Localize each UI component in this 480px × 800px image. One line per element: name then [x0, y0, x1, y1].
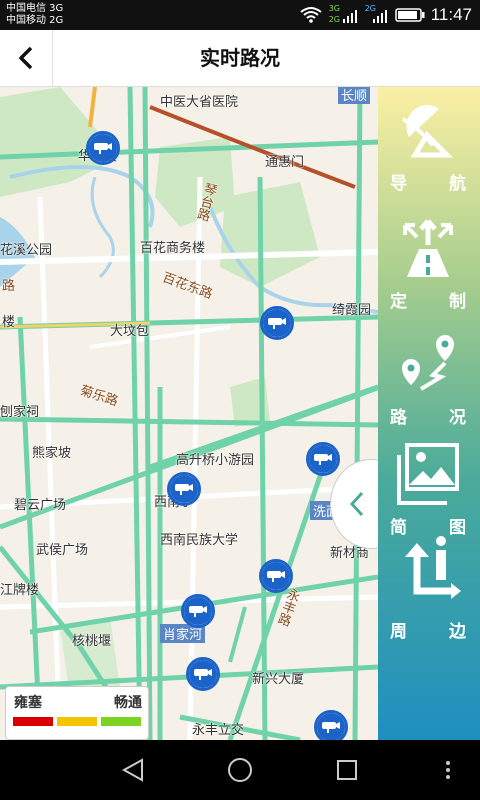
page-title: 实时路况 [200, 46, 280, 70]
camera-icon [175, 484, 193, 495]
map-label: 花溪公园 [0, 243, 53, 258]
side-item-custom[interactable]: 定制 [378, 207, 480, 323]
side-item-navigation[interactable]: 导航 [378, 89, 480, 205]
signal-2-group: 2G [365, 4, 389, 26]
recent-apps-button[interactable] [330, 754, 364, 786]
info-arrow-icon [405, 536, 461, 599]
home-nav-button[interactable] [223, 754, 257, 786]
traffic-camera-marker[interactable] [259, 559, 293, 593]
legend-congested-label: 雍塞 [14, 695, 42, 711]
traffic-camera-marker[interactable] [86, 131, 120, 165]
chevron-left-icon [19, 46, 33, 70]
traffic-legend: 雍塞 畅通 [5, 686, 149, 740]
legend-green-bar [101, 717, 141, 726]
camera-icon [268, 318, 286, 329]
traffic-camera-marker[interactable] [314, 710, 348, 740]
map-label: 高升桥小游园 [176, 453, 255, 468]
signal-icon-2 [372, 10, 387, 23]
status-icons: 3G 2G 2G 11:47 [299, 4, 472, 26]
side-label-char: 制 [449, 292, 468, 312]
chevron-left-icon [349, 491, 364, 517]
camera-icon [194, 669, 212, 680]
camera-icon [267, 571, 285, 582]
side-menu: 导航 定制 路况 简图 周 边 [378, 87, 480, 740]
map-label: 通惠门 [265, 155, 305, 170]
road-direction-icon [403, 219, 453, 277]
square-recents-icon [337, 760, 357, 780]
map-label: 江牌楼 [0, 583, 40, 598]
signal-1-group: 3G 2G [329, 4, 359, 26]
traffic-camera-marker[interactable] [186, 657, 220, 691]
map-label: 大坟包 [110, 324, 150, 339]
side-label-char: 况 [449, 408, 468, 428]
more-vertical-icon [446, 761, 450, 779]
title-bar: 实时路况 [0, 30, 480, 87]
map-label: 绮霞园 [332, 303, 372, 318]
image-icon [397, 443, 459, 505]
route-pin-icon [402, 335, 454, 391]
triangle-back-icon [121, 758, 143, 782]
network-label-2: 2G [328, 15, 341, 24]
back-button[interactable] [0, 30, 53, 86]
map-label: 新兴大厦 [252, 672, 305, 687]
legend-clear-label: 畅通 [114, 695, 142, 711]
camera-icon [322, 722, 340, 733]
map-label: 长顺 [338, 87, 371, 104]
carrier-1: 中国电信 3G [6, 3, 64, 14]
system-nav-bar [0, 740, 480, 800]
side-label-char: 航 [449, 174, 468, 194]
camera-icon [314, 454, 332, 465]
map-label: 中医大省医院 [160, 95, 239, 110]
side-label-char: 导 [390, 174, 409, 194]
satellite-dish-icon [401, 104, 454, 158]
side-label-char: 定 [390, 292, 409, 312]
battery-icon [394, 8, 425, 22]
legend-color-bars [13, 717, 141, 726]
back-nav-button[interactable] [116, 754, 150, 786]
map-label: 武侯广场 [36, 543, 89, 558]
side-label-char: 边 [449, 622, 468, 642]
legend-yellow-bar [57, 717, 97, 726]
carrier-2: 中国移动 2G [6, 15, 64, 26]
clock: 11:47 [430, 5, 472, 24]
map-label: 路 [2, 279, 16, 294]
signal-icon [342, 10, 357, 23]
camera-icon [189, 606, 207, 617]
traffic-camera-marker[interactable] [181, 594, 215, 628]
map-label: 核桃堰 [72, 634, 112, 649]
side-item-nearby[interactable]: 周边 [378, 531, 480, 647]
map-label: 百花商务楼 [140, 241, 206, 256]
side-item-traffic[interactable]: 路况 [378, 323, 480, 439]
status-bar: 中国电信 3G 中国移动 2G 3G 2G 2G 11:47 [0, 0, 480, 30]
camera-icon [94, 143, 112, 154]
map-label: 碧云广场 [14, 498, 67, 513]
map-label: 刨家祠 [0, 405, 40, 420]
map-label: 熊家坡 [32, 446, 72, 461]
map-label: 楼 [2, 315, 16, 330]
traffic-camera-marker[interactable] [260, 306, 294, 340]
map-label: 西南民族大学 [160, 533, 239, 548]
side-label-char: 周 [390, 622, 409, 642]
side-label-char: 路 [390, 408, 409, 428]
legend-red-bar [13, 717, 53, 726]
circle-home-icon [228, 758, 252, 782]
network-label-1: 3G [328, 4, 341, 13]
overflow-menu-button[interactable] [438, 754, 458, 786]
traffic-map[interactable]: 中医大省医院 长顺 华大厦 通惠门 琴台路 花溪公园 百花商务楼 百花东路 路 … [0, 87, 378, 740]
traffic-camera-marker[interactable] [167, 472, 201, 506]
traffic-camera-marker[interactable] [306, 442, 340, 476]
wifi-icon [300, 7, 322, 23]
map-label: 永丰立交 [192, 723, 245, 738]
